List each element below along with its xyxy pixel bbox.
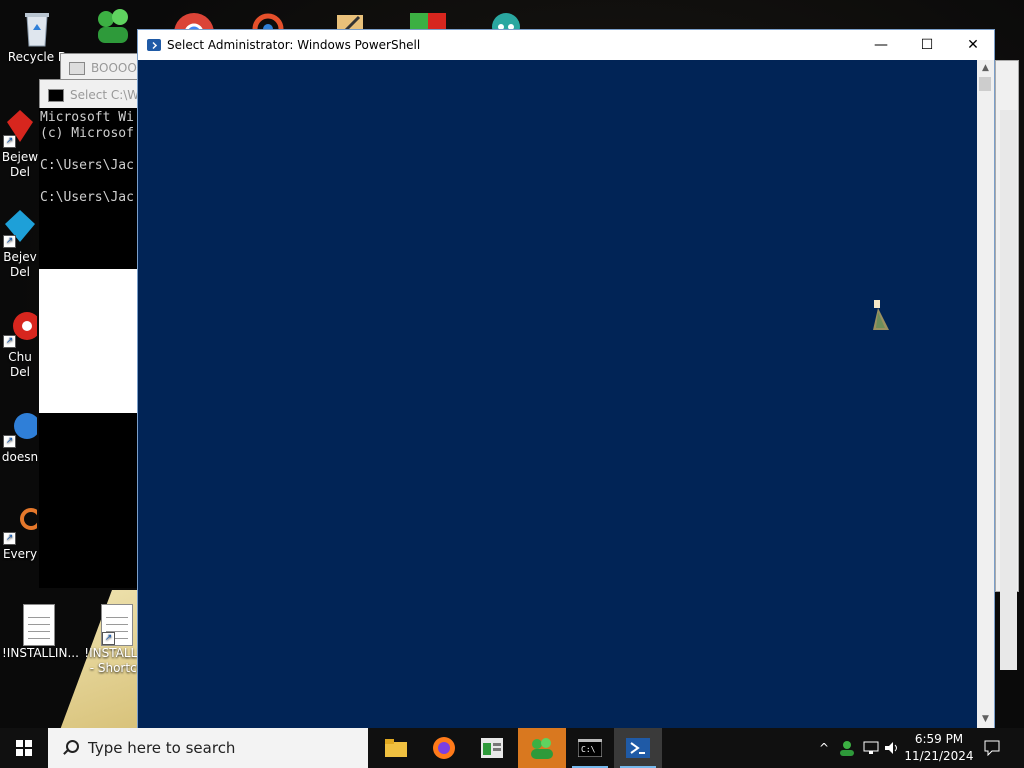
cmd-icon [48,88,64,102]
taskbar: Type here to search C:\ ^ 6:59 PM 11/21/… [0,728,1024,768]
desktop-icon-label: Bejew Del [1,150,39,179]
folder-icon [385,739,407,757]
text-file-shortcut-icon: ↗ [101,604,133,646]
cmd-selection-area [39,269,139,413]
taskbar-firefox[interactable] [420,728,468,768]
chuzzle-deluxe-icon[interactable]: ↗ Chu Del [0,308,41,380]
search-box[interactable]: Type here to search [48,728,368,768]
search-icon [62,740,79,756]
search-app-icon: ↗ [3,505,42,545]
bejeweled-icon[interactable]: ↗ Bejev Del [0,208,40,280]
clock-date: 11/21/2024 [904,749,974,763]
doesn-icon[interactable]: ↗ doesn [0,408,40,465]
chuzzle-icon: ↗ [3,308,41,348]
scroll-up-button[interactable]: ▲ [977,60,994,77]
desktop-icon-label: doesn [1,450,39,464]
close-button[interactable]: ✕ [950,30,996,60]
messenger-icon [531,738,553,759]
taskbar-notepad-app[interactable] [468,728,516,768]
clock-time: 6:59 PM [914,732,964,746]
document-app-icon [481,738,503,758]
taskbar-messenger[interactable] [518,728,566,768]
desktop-icon-label: Every [2,547,38,561]
everything-icon[interactable]: ↗ Every [0,505,42,562]
taskbar-command-prompt[interactable]: C:\ [566,728,614,768]
blue-gem-icon: ↗ [3,208,37,248]
window-icon [69,61,85,75]
desktop-icon-label: Chu Del [8,350,32,379]
scroll-thumb[interactable] [979,77,991,91]
powershell-titlebar[interactable]: Select Administrator: Windows PowerShell… [138,30,994,60]
cmd-output: Microsoft Wi (c) Microsof C:\Users\Jac C… [40,110,134,205]
network-icon[interactable] [860,728,882,768]
cmd-icon: C:\ [578,739,602,757]
windows-logo-icon [16,740,32,756]
maximize-button[interactable]: ☐ [904,30,950,60]
desktop: Recycle B ↗ Bejew Del ↗ Bejev Del ↗ Chu … [0,0,1024,728]
powershell-icon [626,738,650,758]
desktop-icon-label: !INSTALLIN... [2,646,79,660]
user-tray-icon[interactable] [836,728,858,768]
recycle-bin-glyph-icon [17,8,57,48]
messenger-desktop-icon[interactable] [92,5,136,45]
show-hidden-icons-chevron-up-icon[interactable]: ^ [814,728,834,768]
taskbar-file-explorer[interactable] [372,728,420,768]
gem-icon: ↗ [3,108,37,148]
bejeweled-deluxe-icon[interactable]: ↗ Bejew Del [0,108,40,180]
desktop-icon-label: Bejev Del [3,250,37,279]
scroll-down-button[interactable]: ▼ [977,711,994,728]
powershell-icon [147,39,161,51]
powershell-window[interactable]: Select Administrator: Windows PowerShell… [137,29,995,728]
search-placeholder: Type here to search [88,739,236,757]
volume-icon[interactable] [882,728,902,768]
text-file-icon [23,604,55,646]
background-window-edge-2 [1000,110,1017,670]
pet-sprite-icon [873,300,889,330]
start-button[interactable] [0,728,48,768]
minimize-button[interactable]: — [858,30,904,60]
clock[interactable]: 6:59 PM 11/21/2024 [900,728,978,768]
svg-text:C:\: C:\ [581,745,596,754]
firefox-icon [433,737,455,759]
taskbar-powershell[interactable] [614,728,662,768]
window-title: Select Administrator: Windows PowerShell [167,38,421,52]
notifications-icon[interactable] [978,728,1006,768]
vertical-scrollbar[interactable]: ▲ ▼ [977,60,994,728]
installing-file-icon[interactable]: !INSTALLIN... [2,604,79,661]
powershell-console[interactable] [138,60,977,728]
blue-app-icon: ↗ [3,408,40,448]
